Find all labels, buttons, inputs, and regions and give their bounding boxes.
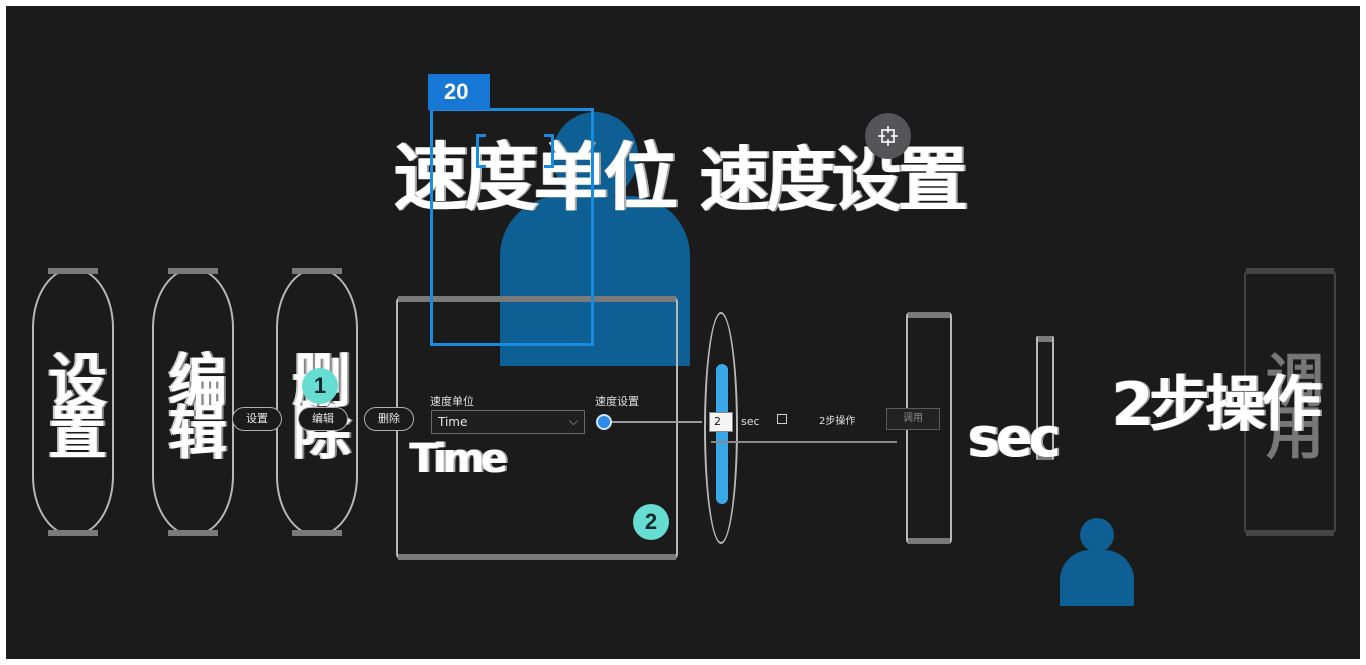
speed-slider-handle[interactable]: [596, 414, 612, 430]
chevron-down-icon: ⌵: [568, 414, 578, 428]
divider: [711, 441, 897, 443]
delete-button[interactable]: 删除: [364, 407, 414, 431]
ghost-panel-1: 设置: [32, 268, 114, 536]
speed-unit-suffix: sec: [741, 415, 760, 428]
step-badge-1: 1: [302, 368, 338, 404]
crosshair-button[interactable]: [865, 113, 911, 159]
ghost-text-speed-setting: 速度设置: [700, 139, 968, 221]
speed-value-input[interactable]: 2: [709, 412, 733, 432]
two-step-checkbox[interactable]: [777, 414, 787, 424]
face-detection-box[interactable]: [430, 108, 594, 346]
speed-unit-label: 速度单位: [430, 395, 474, 408]
ghost-text-two-step: 2步操作: [1112, 370, 1322, 440]
face-bracket-left: [476, 134, 486, 168]
speed-slider-track[interactable]: [602, 421, 702, 423]
step-badge-2: 2: [633, 504, 669, 540]
crosshair-icon: [878, 126, 898, 146]
ghost-text-sec: sec: [968, 406, 1061, 469]
face-bracket-right: [544, 134, 554, 168]
settings-button[interactable]: 设置: [232, 407, 282, 431]
apply-button[interactable]: 调用: [886, 408, 940, 430]
ghost-text-time: Time: [410, 436, 508, 482]
detection-tag: 20: [428, 74, 490, 110]
ghost-panel-2: 编辑: [152, 268, 234, 536]
speed-setting-label: 速度设置: [595, 395, 639, 408]
two-step-label: 2步操作: [819, 416, 856, 427]
edit-button[interactable]: 编辑: [298, 407, 348, 431]
camera-view: 设置 编辑 删除 调用 速度单位 速度设置 Time sec 2步操作 20: [6, 6, 1360, 659]
speed-unit-select[interactable]: Time ⌵: [431, 410, 585, 434]
speed-unit-value: Time: [438, 415, 468, 429]
